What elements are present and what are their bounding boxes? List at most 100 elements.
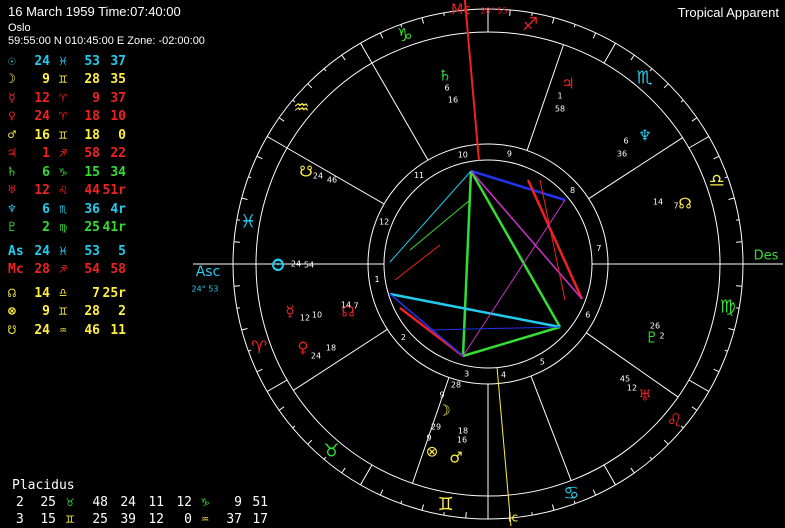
degree-tick [233,285,240,287]
degree-tick [256,155,263,160]
pluto-glyph-degree: 26 [650,322,660,331]
leo-icon: ♌ [666,411,682,432]
pisces-icon: ♓ [240,212,256,233]
degree-tick [256,368,263,373]
sign-boundary [360,464,373,486]
sun-glyph-degree: 24 [291,260,301,269]
house-number-label: 1 [375,275,380,284]
south-node-glyph-degree: 24 [313,172,323,181]
saturn-glyph-degree: 6 [444,84,449,93]
aspect-line [394,244,441,281]
aspect-line [409,199,471,251]
cancer-icon: ♋ [563,483,579,504]
asc-label: Asc [196,264,221,280]
degree-tick [736,307,740,309]
degree-tick [736,285,743,287]
degree-tick [713,368,720,373]
aspect-line [389,292,561,329]
degree-tick [551,17,555,24]
house-cusp-line [588,137,683,200]
node-small-glyph-degree: 14 [341,301,351,310]
uranus-glyph-minute: 12 [627,384,637,393]
degree-tick [465,512,467,519]
degree-tick [680,99,684,103]
moon-glyph: ☽ [437,402,450,420]
degree-tick [241,327,248,331]
degree-tick [573,24,576,28]
sign-boundary [360,42,373,64]
neptune-glyph-minute: 36 [617,150,627,159]
pluto-glyph-minute: 2 [659,332,664,341]
capricorn-icon: ♑ [397,25,413,46]
degree-tick [592,489,597,496]
house-number-label: 4 [501,370,506,379]
sign-boundary [688,379,710,392]
mars-glyph: ♂ [449,449,462,467]
sagittarius-icon: ♐ [522,14,538,35]
mars-glyph-degree: 16 [457,436,467,445]
degree-tick [379,489,384,496]
asc-position-label: 24° 53 [192,285,219,294]
aspect-line [429,326,561,331]
degree-tick [691,406,698,411]
degree-tick [724,176,728,179]
mc-label: Mc [451,2,471,18]
fortune-glyph-minute: 29 [431,423,441,432]
degree-tick [341,54,346,61]
aspect-line [389,170,472,263]
house-number-label: 11 [414,171,424,180]
degree-tick [691,117,698,122]
aquarius-icon: ♒ [293,97,309,118]
ic-label: Ic [508,511,518,525]
degree-tick [421,504,425,511]
house-cusp-line [371,62,429,161]
degree-tick [341,467,346,474]
sign-boundary [266,379,288,392]
degree-tick [736,241,743,243]
node-glyph-degree: 14 [653,198,663,207]
mercury-glyph-minute: 10 [312,311,322,320]
mc-position-label: 28° 55 [481,7,508,16]
degree-tick [278,117,285,122]
degree-tick [724,349,728,352]
aspect-line [461,170,473,357]
house-number-label: 9 [507,150,512,159]
degree-tick [323,68,327,72]
degree-tick [592,32,597,39]
degree-tick [663,83,669,89]
house-number-label: 6 [585,310,590,319]
sign-boundary [688,136,710,149]
moon-glyph-degree: 9 [439,391,444,400]
house-cusp-line [530,375,572,481]
moon-glyph-minute: 28 [451,381,461,390]
neptune-glyph-degree: 6 [623,137,628,146]
degree-tick [630,467,635,474]
uranus-glyph-degree: 45 [620,375,630,384]
south-node-glyph-minute: 46 [327,176,337,185]
pluto-glyph: ♇ [645,329,658,347]
venus-glyph-degree: 24 [311,352,321,361]
venus-glyph: ♀ [298,339,309,357]
uranus-glyph: ♅ [638,387,651,405]
sun-glyph-minute: 54 [304,261,314,270]
mercury-glyph: ☿ [285,303,294,321]
house-number-label: 8 [570,186,575,195]
sign-boundary [603,464,616,486]
degree-tick [278,406,285,411]
degree-tick [663,439,669,445]
house-number-label: 2 [401,333,406,342]
degree-tick [379,32,384,39]
taurus-icon: ♉ [323,441,339,462]
libra-icon: ♎ [709,171,725,192]
degree-tick [421,17,425,24]
degree-tick [728,197,735,201]
south-node-glyph: ☋ [299,163,312,181]
aries-icon: ♈ [251,337,267,358]
degree-tick [509,9,511,16]
gemini-icon: ♊ [438,494,454,515]
degree-tick [307,83,313,89]
degree-tick [728,327,735,331]
degree-tick [236,307,240,309]
degree-tick [551,504,555,511]
house-number-label: 3 [464,369,469,378]
